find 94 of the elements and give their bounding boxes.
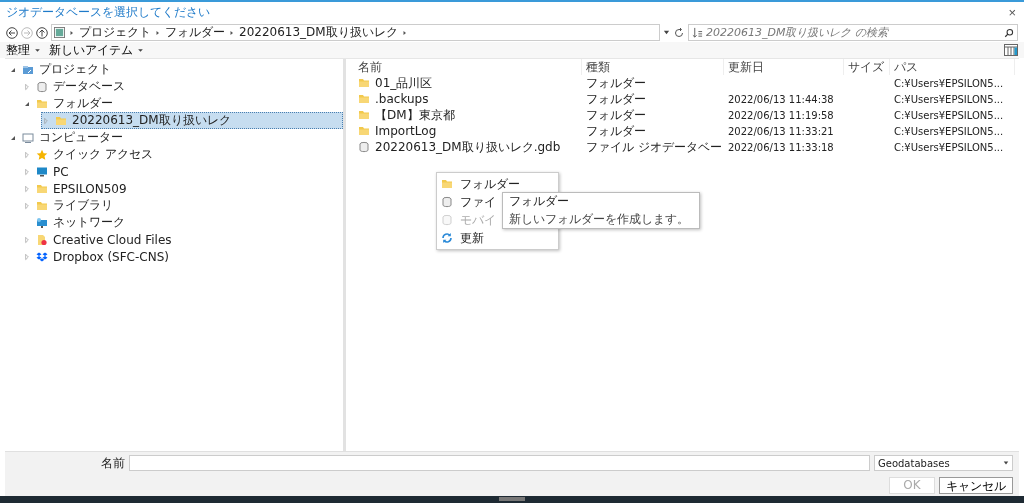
database-icon [441, 196, 453, 208]
tree-item[interactable]: プロジェクト [5, 61, 343, 78]
caret-icon [137, 46, 144, 54]
search-box[interactable]: 20220613_DM取り扱いレク の検索 [688, 24, 1018, 41]
collapsed-arrow-icon [42, 116, 50, 125]
column-header[interactable]: サイズ [844, 59, 890, 75]
file-name[interactable]: 01_品川区 [375, 74, 433, 92]
tooltip-title: フォルダー [509, 194, 569, 209]
refresh-icon[interactable] [673, 26, 685, 39]
folder-icon [358, 109, 370, 121]
dialog-button[interactable]: キャンセル [939, 476, 1013, 494]
folder-icon [358, 125, 370, 137]
table-cell: C:¥Users¥EPSILON5... [894, 109, 1004, 121]
column-header[interactable]: パス [890, 59, 1015, 75]
folder-icon [36, 199, 48, 212]
window-title: ジオデータベースを選択してください [6, 4, 210, 21]
database-icon [441, 214, 453, 226]
folder-icon [358, 77, 370, 89]
file-name[interactable]: .backups [375, 92, 429, 106]
dropbox-icon [36, 250, 48, 263]
dropdown-caret-icon[interactable] [1003, 460, 1009, 466]
table-cell: 2022/06/13 11:19:58 [728, 109, 834, 121]
folder-icon [358, 93, 370, 105]
table-cell: 2022/06/13 11:33:21 [728, 125, 834, 137]
file-name[interactable]: ImportLog [375, 124, 437, 138]
chevron-icon [155, 29, 161, 36]
tree-item[interactable]: フォルダー [5, 95, 343, 112]
breadcrumb[interactable]: フォルダー [165, 24, 225, 41]
tree-item[interactable]: PC [5, 163, 343, 180]
database-icon [358, 141, 370, 153]
sort-icon[interactable] [692, 27, 703, 38]
tree-item[interactable]: コンピューター [5, 129, 343, 146]
folder-icon [36, 97, 48, 110]
tree-item[interactable]: EPSILON509 [5, 180, 343, 197]
breadcrumb[interactable]: 20220613_DM取り扱いレク [239, 24, 398, 41]
toolbar-menu-button[interactable]: 新しいアイテム [49, 41, 144, 59]
tree-item[interactable]: Creative Cloud Files [5, 231, 343, 248]
menu-item[interactable]: フォルダー [437, 175, 520, 193]
table-cell: ファイル ジオデータベー [586, 138, 722, 156]
folder-icon [55, 114, 67, 127]
taskbar-handle[interactable] [499, 497, 525, 501]
close-button[interactable]: × [1006, 5, 1018, 20]
table-cell: フォルダー [586, 122, 646, 140]
menu-item[interactable]: 更新 [437, 229, 484, 247]
computer-icon [22, 131, 34, 144]
view-options-icon[interactable] [1004, 44, 1018, 56]
table-cell: フォルダー [586, 106, 646, 124]
search-icon[interactable] [1004, 27, 1014, 38]
table-cell: C:¥Users¥EPSILON5... [894, 141, 1004, 153]
collapsed-arrow-icon [23, 82, 31, 91]
table-cell: C:¥Users¥EPSILON5... [894, 125, 1004, 137]
table-cell: フォルダー [586, 74, 646, 92]
file-name[interactable]: 20220613_DM取り扱いレク.gdb [375, 138, 561, 156]
name-label: 名前 [101, 454, 125, 472]
tree-item[interactable]: クイック アクセス [5, 146, 343, 163]
name-field[interactable] [129, 455, 870, 471]
monitor-icon [36, 165, 48, 178]
chevron-icon [69, 29, 75, 36]
project-icon [54, 27, 65, 38]
dropdown-caret-icon[interactable] [663, 29, 670, 36]
folder-icon [36, 182, 48, 195]
menu-item[interactable]: ファイ [437, 193, 496, 211]
tree-item[interactable]: データベース [5, 78, 343, 95]
table-cell: 2022/06/13 11:44:38 [728, 93, 834, 105]
star-icon [36, 148, 48, 161]
up-icon[interactable] [36, 26, 48, 39]
tree-item[interactable]: 20220613_DM取り扱いレク [41, 112, 343, 129]
project-folder-icon [22, 63, 34, 76]
caret-icon [34, 46, 41, 54]
search-input[interactable]: 20220613_DM取り扱いレク の検索 [706, 26, 1001, 39]
back-icon[interactable] [6, 26, 18, 39]
folder-icon [441, 178, 453, 190]
address-bar[interactable]: プロジェクト フォルダー 20220613_DM取り扱いレク [51, 24, 660, 41]
network-icon [36, 216, 48, 229]
type-dropdown[interactable]: Geodatabases [874, 455, 1013, 471]
column-header[interactable]: 名前 [354, 59, 582, 75]
tree-item[interactable]: ネットワーク [5, 214, 343, 231]
file-name[interactable]: 【DM】東京都 [375, 106, 455, 124]
column-header[interactable]: 更新日 [724, 59, 844, 75]
toolbar-menu-button[interactable]: 整理 [6, 41, 41, 59]
breadcrumb[interactable]: プロジェクト [79, 24, 151, 41]
table-cell: フォルダー [586, 90, 646, 108]
chevron-icon [229, 29, 235, 36]
cloud-files-icon [36, 233, 48, 246]
table-cell: 2022/06/13 11:33:18 [728, 141, 834, 153]
database-icon [36, 80, 48, 93]
tooltip-text: 新しいフォルダーを作成します。 [509, 212, 689, 227]
refresh-icon [441, 232, 453, 244]
column-header[interactable]: 種類 [582, 59, 724, 75]
chevron-icon [401, 29, 408, 36]
table-cell: C:¥Users¥EPSILON5... [894, 77, 1004, 89]
tree-item[interactable]: ライブラリ [5, 197, 343, 214]
tree-item[interactable]: Dropbox (SFC-CNS) [5, 248, 343, 265]
table-cell: C:¥Users¥EPSILON5... [894, 93, 1004, 105]
